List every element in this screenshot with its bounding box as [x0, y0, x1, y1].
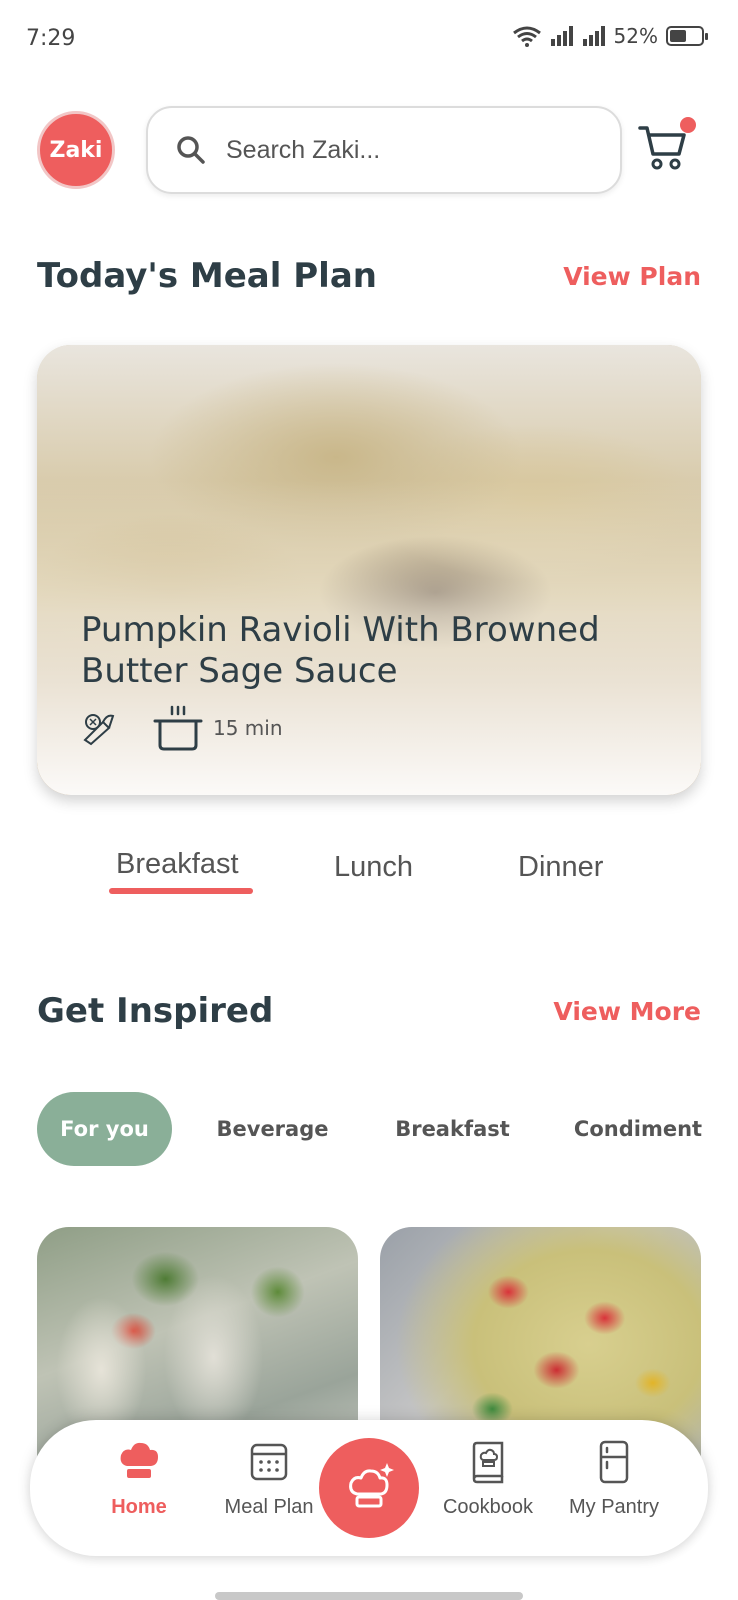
- featured-recipe-title: Pumpkin Ravioli With Browned Butter Sage…: [81, 610, 600, 691]
- battery-icon: [666, 26, 708, 46]
- cart-badge: [680, 117, 696, 133]
- view-more-link[interactable]: View More: [553, 997, 701, 1026]
- nav-home[interactable]: Home: [79, 1440, 199, 1519]
- chef-hat-icon: [120, 1442, 158, 1478]
- chip-breakfast[interactable]: Breakfast: [385, 1092, 520, 1166]
- wifi-icon: [512, 26, 541, 47]
- nav-home-label: Home: [111, 1496, 167, 1518]
- search-icon: [177, 136, 205, 164]
- signal-icon-2: [582, 26, 605, 46]
- home-indicator[interactable]: [215, 1592, 523, 1600]
- battery-percent: 52%: [613, 24, 658, 48]
- status-time: 7:29: [26, 26, 76, 51]
- tab-breakfast[interactable]: Breakfast: [116, 848, 239, 881]
- meal-plan-title: Today's Meal Plan: [37, 256, 377, 296]
- nav-my-pantry[interactable]: My Pantry: [554, 1440, 674, 1519]
- create-recipe-button[interactable]: [319, 1438, 419, 1538]
- signal-icon: [550, 26, 573, 46]
- tab-lunch[interactable]: Lunch: [334, 851, 413, 884]
- nav-my-pantry-label: My Pantry: [568, 1496, 660, 1518]
- chef-hat-sparkle-icon: [349, 1463, 394, 1508]
- bottom-navigation: Home Meal Plan Cookbook My Pantry: [30, 1420, 708, 1556]
- nav-meal-plan-label: Meal Plan: [224, 1496, 314, 1518]
- status-bar: 7:29 52%: [0, 0, 738, 80]
- get-inspired-title: Get Inspired: [37, 991, 274, 1031]
- calendar-icon: [250, 1443, 288, 1481]
- status-icons: 52%: [512, 24, 708, 48]
- cookbook-icon: [472, 1441, 504, 1484]
- pot-icon: [153, 705, 203, 751]
- search-input[interactable]: [226, 135, 586, 165]
- tab-dinner[interactable]: Dinner: [518, 851, 603, 884]
- featured-recipe-card[interactable]: Pumpkin Ravioli With Browned Butter Sage…: [37, 345, 701, 795]
- nav-cookbook[interactable]: Cookbook: [428, 1440, 548, 1519]
- nav-meal-plan[interactable]: Meal Plan: [209, 1440, 329, 1519]
- fridge-icon: [599, 1440, 629, 1484]
- cook-time-label: 15 min: [213, 716, 283, 740]
- chip-condiment[interactable]: Condiment: [568, 1092, 708, 1166]
- battery-fill: [670, 30, 686, 42]
- featured-recipe-meta: 15 min: [81, 705, 283, 751]
- search-bar[interactable]: [146, 106, 622, 194]
- cook-time: 15 min: [153, 705, 283, 751]
- vegetables-icon: [83, 714, 115, 746]
- zaki-logo[interactable]: Zaki: [37, 111, 115, 189]
- chip-beverage[interactable]: Beverage: [205, 1092, 340, 1166]
- view-plan-link[interactable]: View Plan: [563, 262, 701, 291]
- active-tab-indicator: [109, 888, 253, 894]
- nav-cookbook-label: Cookbook: [442, 1496, 534, 1518]
- chip-for-you[interactable]: For you: [37, 1092, 172, 1166]
